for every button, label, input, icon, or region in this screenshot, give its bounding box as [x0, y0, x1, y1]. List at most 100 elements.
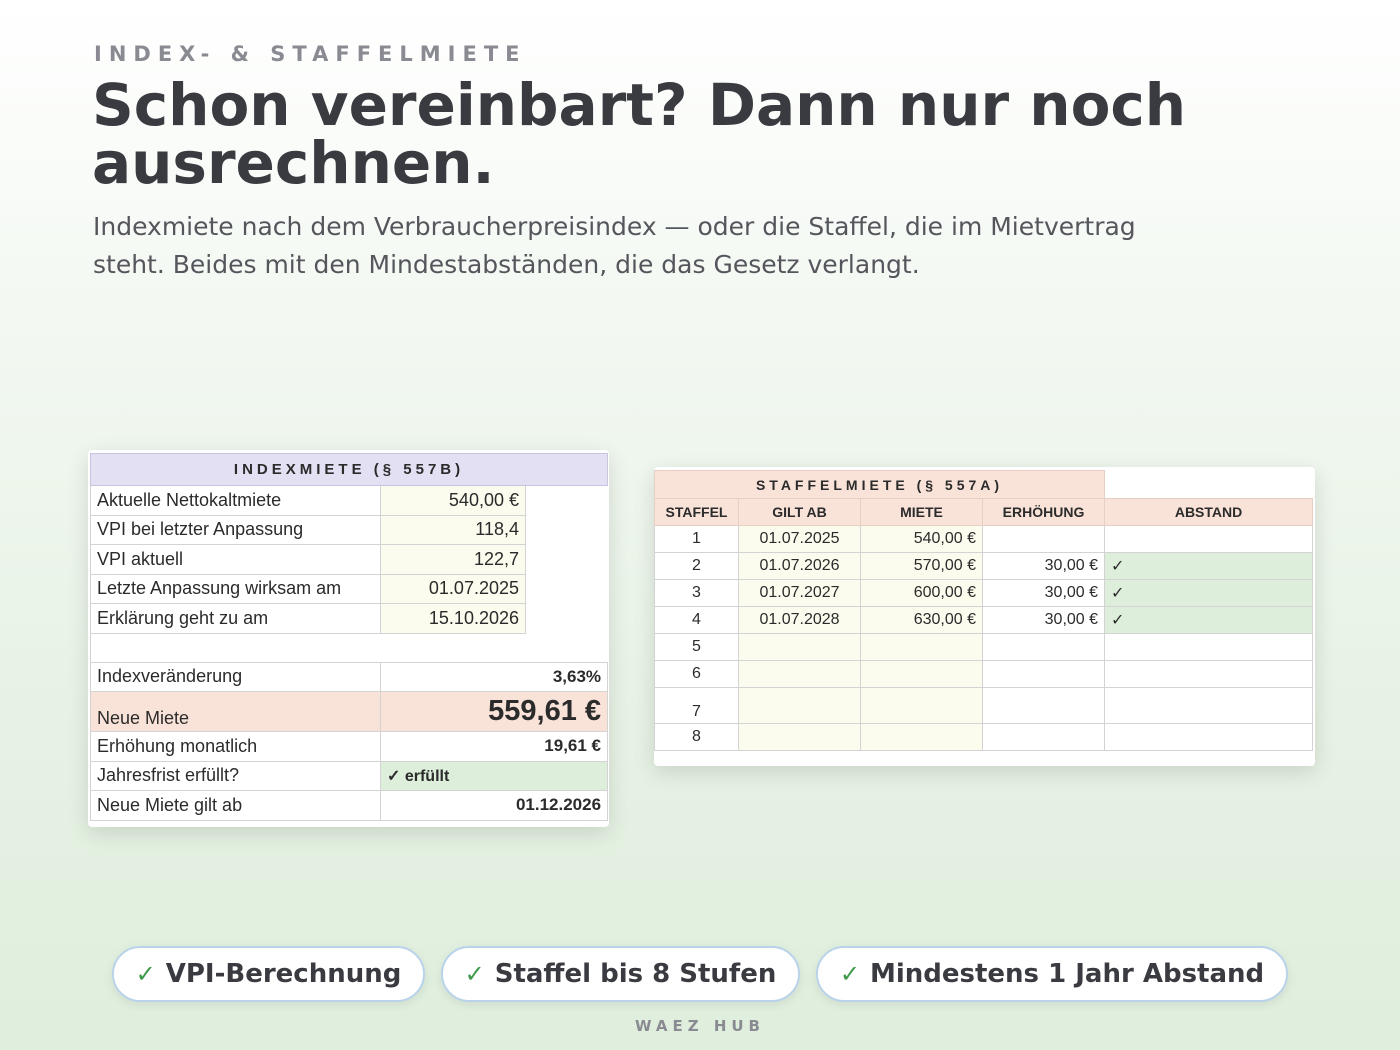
- staffel-rent-cell[interactable]: [860, 687, 983, 724]
- staffel-number: 3: [654, 579, 739, 607]
- staffel-increase-cell: [981, 660, 1106, 688]
- staffel-row: 8: [654, 723, 1314, 751]
- staffel-header-row: STAFFEL GILT AB MIETE ERHÖHUNG ABSTAND: [654, 498, 1314, 526]
- staffel-rent-cell[interactable]: 570,00 €: [860, 552, 983, 580]
- staffel-gap-check: ✓: [1104, 606, 1314, 634]
- staffel-date-cell[interactable]: [738, 723, 861, 751]
- result-row-annual-check: Jahresfrist erfüllt? ✓ erfüllt: [90, 760, 609, 791]
- input-row-rent: Aktuelle Nettokaltmiete 540,00 €: [90, 485, 608, 516]
- page-subtitle: Indexmiete nach dem Verbraucherpreisinde…: [93, 212, 1136, 279]
- staffel-increase-cell: 30,00 €: [981, 579, 1106, 607]
- staffelmiete-sheet: STAFFELMIETE (§ 557A) STAFFEL GILT AB MI…: [653, 467, 1315, 766]
- column-header: ABSTAND: [1104, 498, 1314, 526]
- check-icon: ✓: [135, 960, 156, 988]
- input-row-vpi-new: VPI aktuell 122,7: [90, 544, 608, 575]
- staffel-gap-check: ✓: [1104, 552, 1314, 580]
- staffel-date-cell[interactable]: 01.07.2028: [738, 606, 861, 634]
- staffel-number: 1: [654, 525, 739, 553]
- result-label: Jahresfrist erfüllt?: [90, 760, 381, 791]
- column-header: GILT AB: [738, 498, 861, 526]
- column-header: MIETE: [860, 498, 983, 526]
- monthly-increase-value: 19,61 €: [379, 731, 609, 762]
- staffel-gap-check: [1104, 525, 1314, 553]
- input-label: Erklärung geht zu am: [90, 603, 381, 634]
- column-header: STAFFEL: [654, 498, 739, 526]
- vpi-current-cell[interactable]: 122,7: [380, 544, 526, 575]
- result-row-effective-date: Neue Miete gilt ab 01.12.2026: [90, 790, 609, 821]
- staffel-date-cell[interactable]: [738, 633, 861, 661]
- staffel-row: 4 01.07.2028 630,00 €30,00 € ✓: [654, 606, 1314, 634]
- staffel-date-cell[interactable]: [738, 660, 861, 688]
- check-icon: ✓: [839, 960, 860, 988]
- staffel-gap-check: [1104, 633, 1314, 661]
- column-header: ERHÖHUNG: [981, 498, 1106, 526]
- staffel-number: 2: [654, 552, 739, 580]
- staffelmiete-title: STAFFELMIETE (§ 557A): [653, 470, 1106, 499]
- feature-label: VPI-Berechnung: [165, 959, 402, 989]
- indexmiete-title: INDEXMIETE (§ 557B): [89, 453, 609, 486]
- staffel-number: 7: [654, 687, 739, 724]
- check-icon: ✓: [464, 960, 485, 988]
- result-row-new-rent: Neue Miete 559,61 €: [90, 691, 609, 732]
- staffel-rent-cell[interactable]: 600,00 €: [860, 579, 983, 607]
- staffel-date-cell[interactable]: [738, 687, 861, 724]
- staffel-rent-cell[interactable]: 630,00 €: [860, 606, 983, 634]
- input-row-last-adjustment: Letzte Anpassung wirksam am 01.07.2025: [90, 573, 608, 604]
- staffel-gap-check: [1104, 687, 1314, 724]
- staffel-number: 6: [654, 660, 739, 688]
- staffel-date-cell[interactable]: 01.07.2025: [738, 525, 861, 553]
- staffel-rent-cell[interactable]: [860, 660, 983, 688]
- staffel-rent-cell[interactable]: [860, 633, 983, 661]
- input-label: Letzte Anpassung wirksam am: [90, 573, 381, 604]
- staffel-number: 8: [654, 723, 739, 751]
- feature-pill-staffel: ✓ Staffel bis 8 Stufen: [441, 946, 800, 1002]
- staffel-date-cell[interactable]: 01.07.2026: [738, 552, 861, 580]
- result-label: Erhöhung monatlich: [90, 731, 381, 762]
- result-label: Neue Miete: [90, 691, 381, 732]
- indexmiete-sheet: INDEXMIETE (§ 557B) Aktuelle Nettokaltmi…: [88, 450, 609, 827]
- staffel-rent-cell[interactable]: 540,00 €: [860, 525, 983, 553]
- staffel-increase-cell: [981, 525, 1106, 553]
- input-row-vpi-old: VPI bei letzter Anpassung 118,4: [90, 514, 608, 545]
- staffel-date-cell[interactable]: 01.07.2027: [738, 579, 861, 607]
- staffel-row: 3 01.07.2027 600,00 €30,00 € ✓: [654, 579, 1314, 607]
- result-row-increase: Erhöhung monatlich 19,61 €: [90, 731, 609, 762]
- staffel-row: 2 01.07.2026 570,00 €30,00 € ✓: [654, 552, 1314, 580]
- footer-brand: WAEZ HUB: [635, 1017, 765, 1035]
- staffel-row: 7: [654, 687, 1314, 724]
- staffel-increase-cell: 30,00 €: [981, 552, 1106, 580]
- staffel-gap-check: [1104, 723, 1314, 751]
- effective-date-value: 01.12.2026: [379, 790, 609, 821]
- staffel-row: 1 01.07.2025 540,00 €: [654, 525, 1314, 553]
- staffel-number: 4: [654, 606, 739, 634]
- staffel-number: 5: [654, 633, 739, 661]
- staffel-rent-cell[interactable]: [860, 723, 983, 751]
- eyebrow: INDEX- & STAFFELMIETE: [94, 42, 527, 66]
- feature-label: Staffel bis 8 Stufen: [494, 959, 777, 989]
- declaration-date-cell[interactable]: 15.10.2026: [380, 603, 526, 634]
- index-change-value: 3,63%: [379, 661, 609, 692]
- feature-pill-vpi: ✓ VPI-Berechnung: [112, 946, 425, 1002]
- staffel-gap-check: [1104, 660, 1314, 688]
- staffel-row: 5: [654, 633, 1314, 661]
- staffel-gap-check: ✓: [1104, 579, 1314, 607]
- staffel-increase-cell: 30,00 €: [981, 606, 1106, 634]
- result-row-index-change: Indexveränderung 3,63%: [90, 661, 609, 692]
- feature-label: Mindestens 1 Jahr Abstand: [869, 959, 1265, 989]
- last-adjustment-cell[interactable]: 01.07.2025: [380, 573, 526, 604]
- new-rent-value: 559,61 €: [379, 691, 609, 732]
- result-label: Indexveränderung: [90, 661, 381, 692]
- input-row-declaration: Erklärung geht zu am 15.10.2026: [90, 603, 608, 634]
- vpi-old-cell[interactable]: 118,4: [380, 514, 526, 545]
- staffel-increase-cell: [981, 687, 1106, 724]
- current-rent-cell[interactable]: 540,00 €: [380, 485, 526, 516]
- staffel-increase-cell: [981, 633, 1106, 661]
- input-label: VPI bei letzter Anpassung: [90, 514, 381, 545]
- result-label: Neue Miete gilt ab: [90, 790, 381, 821]
- staffel-row: 6: [654, 660, 1314, 688]
- input-label: Aktuelle Nettokaltmiete: [90, 485, 381, 516]
- annual-check-status: ✓ erfüllt: [379, 760, 609, 791]
- feature-pill-abstand: ✓ Mindestens 1 Jahr Abstand: [816, 946, 1288, 1002]
- input-label: VPI aktuell: [90, 544, 381, 575]
- staffel-increase-cell: [981, 723, 1106, 751]
